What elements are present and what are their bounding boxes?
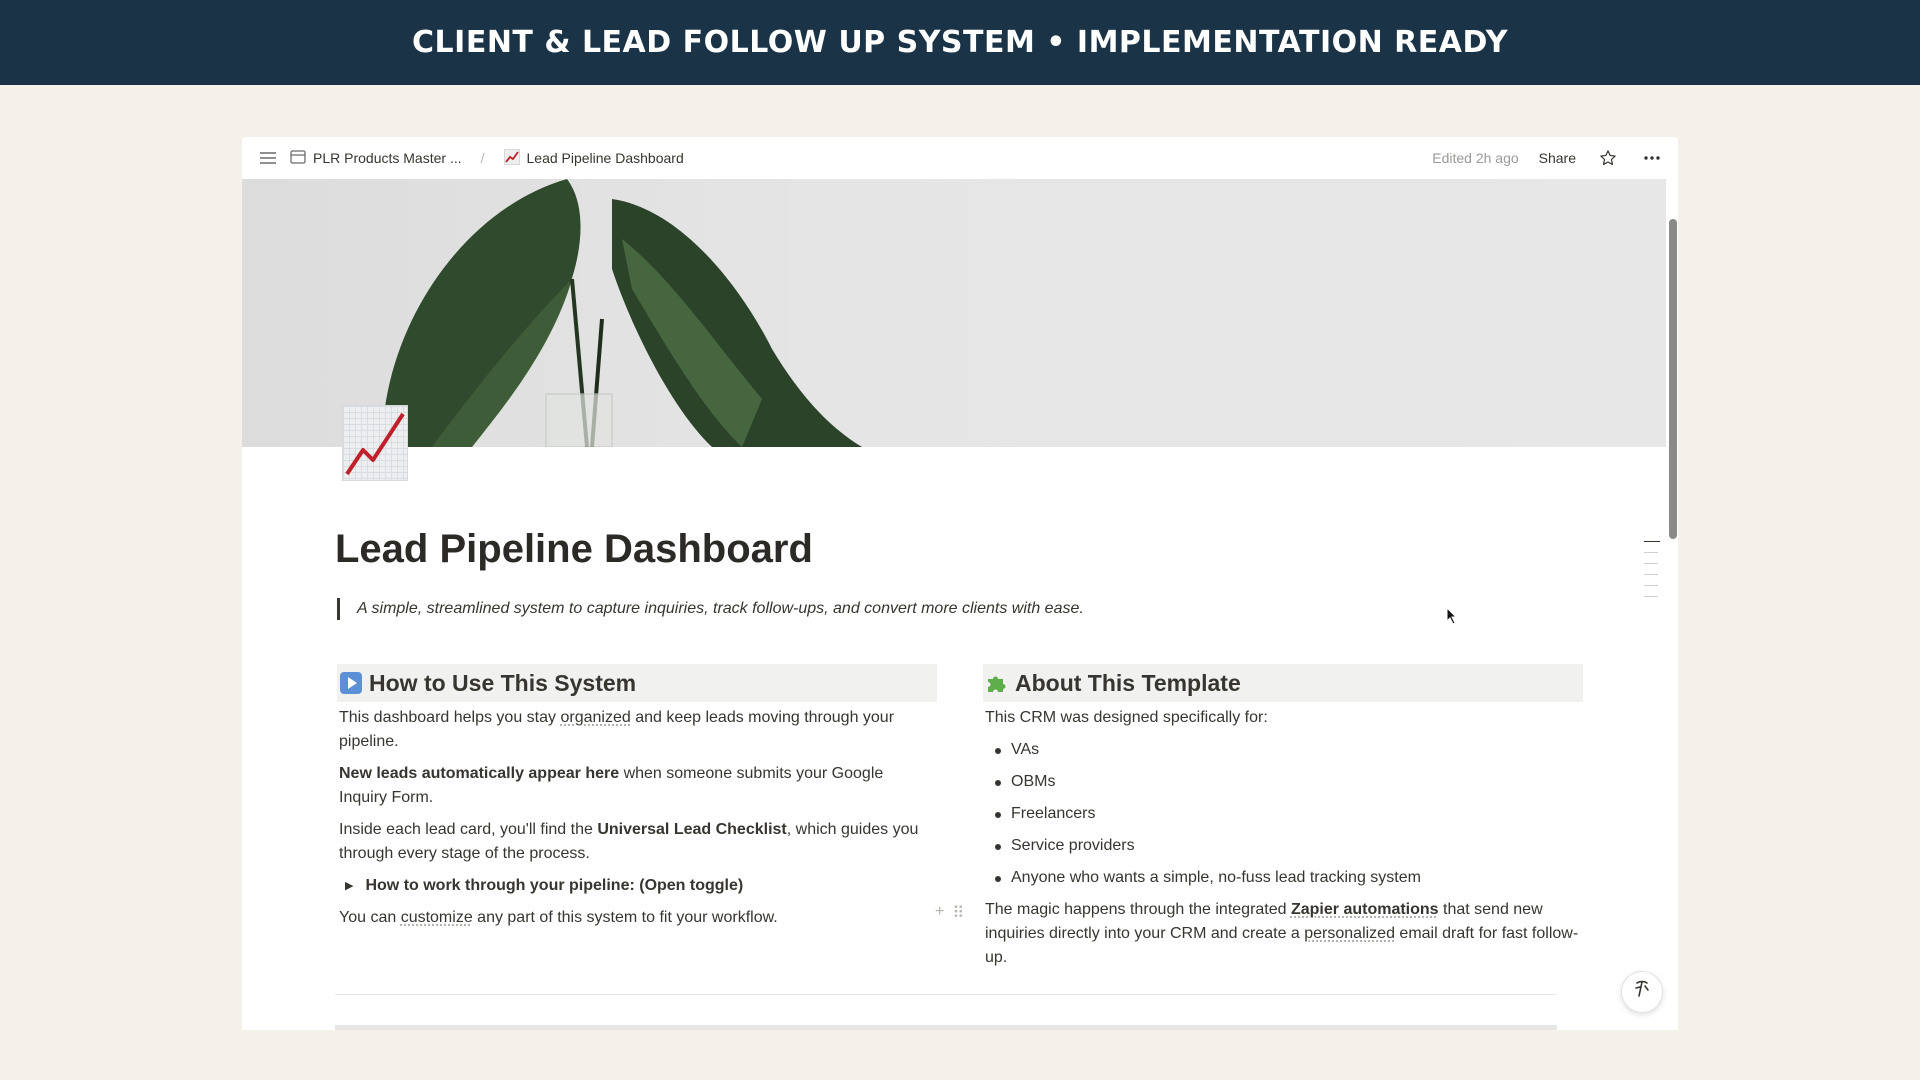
add-block-icon[interactable]: + — [935, 903, 944, 923]
breadcrumb-current[interactable]: Lead Pipeline Dashboard — [527, 150, 684, 166]
list-item[interactable]: Anyone who wants a simple, no-fuss lead … — [985, 866, 1583, 890]
pipeline-toggle[interactable]: ▶ How to work through your pipeline: (Op… — [337, 874, 937, 898]
how-to-heading[interactable]: How to Use This System — [337, 664, 937, 702]
about-heading-text: About This Template — [1015, 670, 1241, 696]
audience-list: VAs OBMs Freelancers Service providers A… — [983, 738, 1583, 890]
plant-leaves-illustration — [382, 179, 862, 447]
pipeline-toggle-label: How to work through your pipeline: (Open… — [365, 877, 744, 894]
breadcrumb: PLR Products Master ... / Lead Pipeline … — [290, 148, 684, 168]
page-title[interactable]: Lead Pipeline Dashboard — [335, 527, 813, 572]
top-bar: PLR Products Master ... / Lead Pipeline … — [242, 137, 1678, 179]
puzzle-piece-icon — [985, 671, 1009, 695]
notion-window: PLR Products Master ... / Lead Pipeline … — [242, 137, 1678, 1030]
drag-handle-icon[interactable]: ⠿ — [952, 903, 964, 923]
how-to-paragraph-1[interactable]: This dashboard helps you stay organized … — [337, 706, 937, 754]
about-paragraph[interactable]: The magic happens through the integrated… — [983, 898, 1583, 970]
about-column: About This Template This CRM was designe… — [983, 664, 1583, 978]
about-heading[interactable]: About This Template — [983, 664, 1583, 702]
star-icon[interactable] — [1596, 146, 1620, 170]
mouse-cursor-icon — [1446, 606, 1458, 630]
about-intro[interactable]: This CRM was designed specifically for: — [983, 706, 1583, 730]
edited-timestamp: Edited 2h ago — [1432, 150, 1519, 166]
toggle-triangle-icon[interactable]: ▶ — [345, 874, 353, 898]
chart-increasing-icon — [503, 148, 520, 168]
list-item[interactable]: OBMs — [985, 770, 1583, 794]
share-button[interactable]: Share — [1539, 150, 1576, 166]
divider — [335, 994, 1557, 995]
top-bar-actions: Edited 2h ago Share — [1432, 146, 1664, 170]
scrollbar[interactable] — [1666, 179, 1678, 1030]
scrollbar-thumb[interactable] — [1669, 219, 1677, 539]
ai-assistant-icon — [1631, 978, 1653, 1006]
list-item[interactable]: Freelancers — [985, 802, 1583, 826]
menu-icon[interactable] — [256, 146, 280, 170]
block-handles: + ⠿ — [935, 903, 964, 923]
ai-assistant-button[interactable] — [1621, 971, 1663, 1013]
database-icon — [290, 149, 306, 167]
how-to-paragraph-2[interactable]: New leads automatically appear here when… — [337, 762, 937, 810]
how-to-heading-text: How to Use This System — [369, 670, 637, 696]
page-quote[interactable]: A simple, streamlined system to capture … — [337, 598, 1084, 620]
more-icon[interactable] — [1640, 146, 1664, 170]
banner: CLIENT & LEAD FOLLOW UP SYSTEM • IMPLEME… — [0, 0, 1920, 85]
breadcrumb-parent[interactable]: PLR Products Master ... — [313, 150, 462, 166]
table-of-contents-rail[interactable] — [1644, 541, 1660, 607]
how-to-paragraph-3[interactable]: Inside each lead card, you'll find the U… — [337, 818, 937, 866]
how-to-column: How to Use This System This dashboard he… — [337, 664, 937, 938]
how-to-paragraph-4[interactable]: You can customize any part of this syste… — [337, 906, 937, 930]
page-icon-chart[interactable] — [342, 405, 408, 481]
breadcrumb-separator: / — [480, 150, 485, 166]
list-item[interactable]: Service providers — [985, 834, 1583, 858]
cover-image[interactable] — [242, 179, 1666, 447]
list-item[interactable]: VAs — [985, 738, 1583, 762]
play-button-icon — [339, 671, 363, 695]
next-block-edge — [335, 1025, 1557, 1030]
